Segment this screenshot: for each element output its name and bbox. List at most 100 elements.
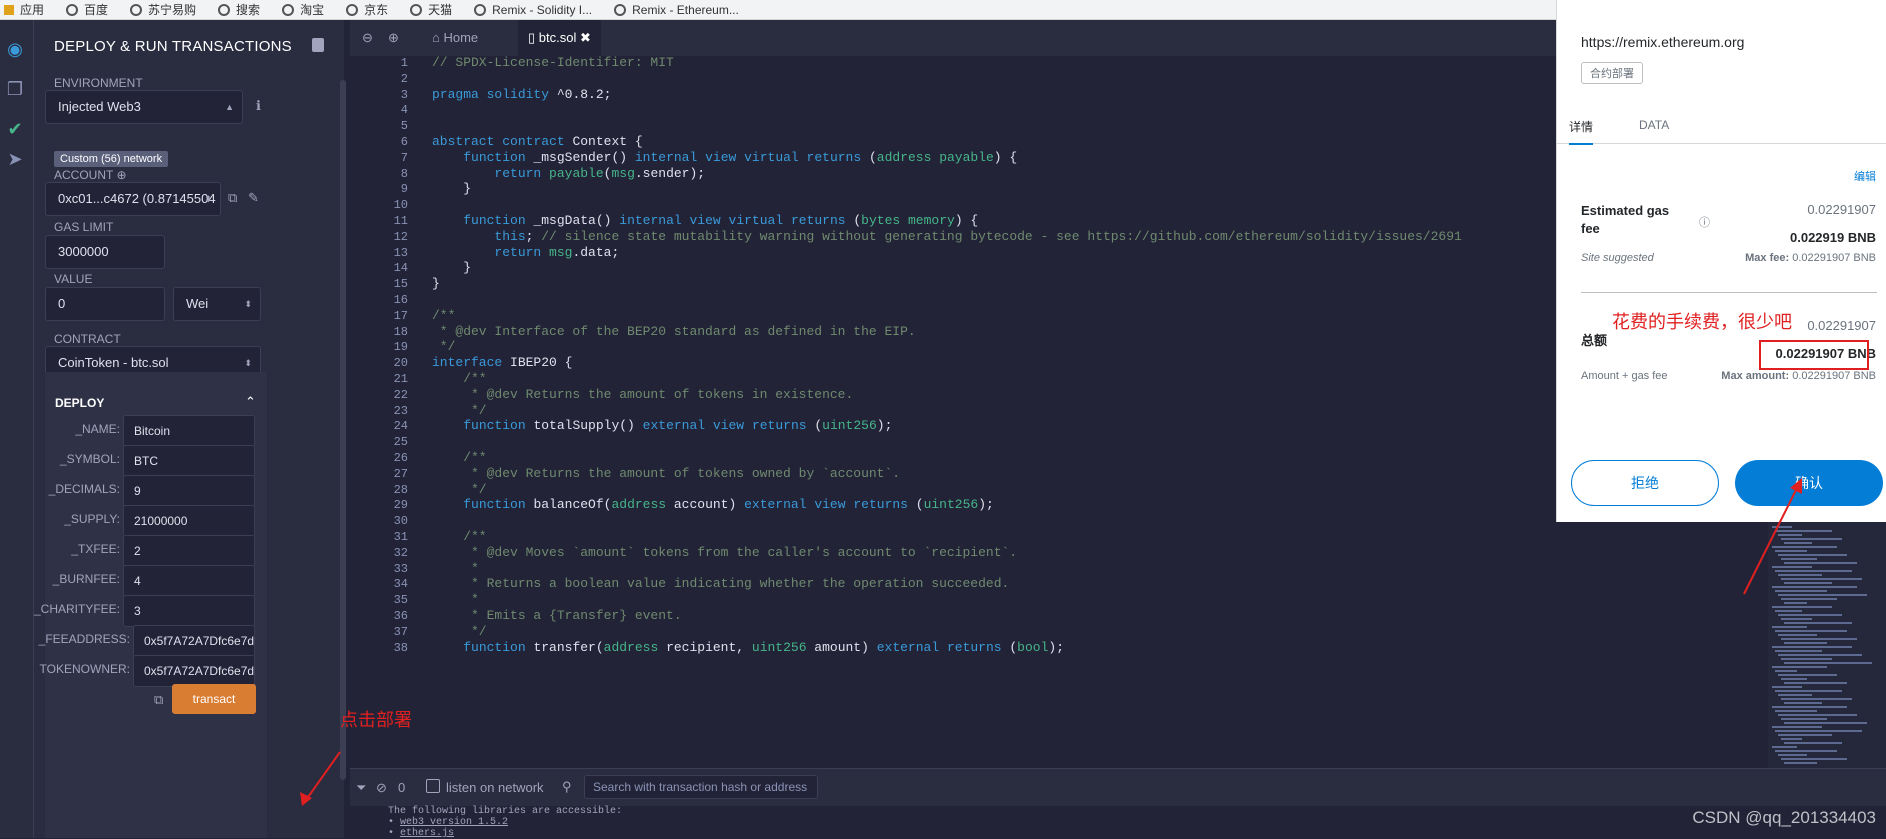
code-line[interactable]: * @dev Moves `amount` tokens from the ca… bbox=[432, 545, 1017, 560]
ethers-link[interactable]: ethers.js bbox=[400, 828, 454, 839]
chevron-up-icon[interactable]: ⌃ bbox=[245, 394, 256, 410]
code-line[interactable]: */ bbox=[432, 403, 487, 418]
environment-select[interactable]: Injected Web3 ▲ bbox=[45, 90, 243, 124]
tab-home[interactable]: ⌂ Home bbox=[422, 20, 488, 56]
globe-icon bbox=[130, 3, 143, 16]
code-line[interactable]: /** bbox=[432, 371, 486, 386]
unit-select[interactable]: Wei ⬍ bbox=[173, 287, 261, 321]
documentation-icon[interactable] bbox=[312, 38, 324, 52]
param-input-symbol[interactable]: BTC bbox=[123, 445, 255, 477]
web3-link[interactable]: web3 version 1.5.2 bbox=[400, 817, 508, 828]
code-line[interactable]: /** bbox=[432, 308, 455, 323]
tab-data[interactable]: DATA bbox=[1639, 118, 1669, 132]
param-input-txfee[interactable]: 2 bbox=[123, 535, 255, 567]
param-input-supply[interactable]: 21000000 bbox=[123, 505, 255, 537]
param-label-tokenowner: TOKENOWNER: bbox=[39, 662, 130, 676]
param-input-decimals[interactable]: 9 bbox=[123, 475, 255, 507]
minimap[interactable] bbox=[1768, 520, 1886, 768]
bookmark-tmall[interactable]: 天猫 bbox=[410, 1, 452, 18]
code-line[interactable]: // SPDX-License-Identifier: MIT bbox=[432, 56, 674, 70]
code-line[interactable]: return payable(msg.sender); bbox=[432, 166, 705, 181]
code-line[interactable]: * Returns a boolean value indicating whe… bbox=[432, 576, 1009, 591]
reject-button[interactable]: 拒绝 bbox=[1571, 460, 1719, 506]
minimap-line bbox=[1778, 614, 1842, 616]
bookmark-jd[interactable]: 京东 bbox=[346, 1, 388, 18]
line-number: 18 bbox=[393, 324, 408, 339]
zoom-out-icon[interactable]: ⊖ bbox=[362, 20, 382, 56]
deploy-title: DEPLOY bbox=[55, 396, 105, 410]
code-line[interactable]: * bbox=[432, 561, 479, 576]
minimap-line bbox=[1775, 550, 1807, 552]
param-input-name[interactable]: Bitcoin bbox=[123, 415, 255, 447]
param-input-charityfee[interactable]: 3 bbox=[123, 595, 255, 627]
code-line[interactable]: this; // silence state mutability warnin… bbox=[432, 229, 1461, 244]
tab-home-label: Home bbox=[443, 30, 479, 45]
bookmark-remix-ethereum[interactable]: Remix - Ethereum... bbox=[614, 3, 739, 17]
code-line[interactable]: abstract contract Context { bbox=[432, 134, 643, 149]
plus-icon[interactable]: ⊕ bbox=[116, 168, 126, 182]
code-line[interactable]: * @dev Returns the amount of tokens in e… bbox=[432, 387, 853, 402]
code-line[interactable]: pragma solidity ^0.8.2; bbox=[432, 87, 611, 102]
code-line[interactable]: interface IBEP20 { bbox=[432, 355, 572, 370]
bookmark-suning[interactable]: 苏宁易购 bbox=[130, 1, 196, 18]
gas-limit-input[interactable]: 3000000 bbox=[45, 235, 165, 269]
code-line[interactable]: */ bbox=[432, 339, 456, 354]
code-line[interactable]: /** bbox=[432, 529, 486, 544]
remix-logo-icon[interactable]: ◉ bbox=[4, 38, 26, 60]
account-select[interactable]: 0xc01...c4672 (0.87145504 ⬍ bbox=[45, 182, 221, 216]
file-explorer-icon[interactable]: ❐ bbox=[4, 78, 26, 100]
close-icon[interactable]: ✖ bbox=[580, 30, 591, 45]
compiler-check-icon[interactable]: ✔ bbox=[4, 118, 26, 140]
deploy-run-icon[interactable]: ➤ bbox=[4, 148, 26, 170]
value-input[interactable]: 0 bbox=[45, 287, 165, 321]
bookmark-remix-solidity[interactable]: Remix - Solidity I... bbox=[474, 3, 592, 17]
param-input-burnfee[interactable]: 4 bbox=[123, 565, 255, 597]
zoom-in-icon[interactable]: ⊕ bbox=[388, 20, 408, 56]
param-input-feeaddress[interactable]: 0x5f7A72A7Dfc6e7d5 bbox=[133, 625, 255, 657]
code-line[interactable]: * bbox=[432, 592, 479, 607]
line-number: 14 bbox=[393, 261, 408, 276]
code-line[interactable]: return msg.data; bbox=[432, 245, 619, 260]
code-line[interactable]: function balanceOf(address account) exte… bbox=[432, 497, 994, 512]
param-input-tokenowner[interactable]: 0x5f7A72A7Dfc6e7d5 bbox=[133, 655, 255, 687]
info-icon[interactable]: ℹ bbox=[256, 98, 261, 114]
tab-btc-sol[interactable]: ▯ btc.sol ✖ bbox=[518, 20, 601, 56]
minimap-line bbox=[1775, 530, 1832, 532]
max-amount-value: 0.02291907 BNB bbox=[1792, 370, 1876, 382]
bookmark-baidu[interactable]: 百度 bbox=[66, 1, 108, 18]
tab-details[interactable]: 详情 bbox=[1569, 118, 1594, 145]
code-line[interactable]: */ bbox=[432, 624, 487, 639]
code-line[interactable]: function totalSupply() external view ret… bbox=[432, 418, 892, 433]
transaction-search-input[interactable]: Search with transaction hash or address bbox=[584, 775, 818, 799]
code-line[interactable]: function transfer(address recipient, uin… bbox=[432, 640, 1064, 655]
bookmark-search[interactable]: 搜索 bbox=[218, 1, 260, 18]
code-line[interactable]: * Emits a {Transfer} event. bbox=[432, 608, 682, 623]
code-line[interactable]: */ bbox=[432, 482, 487, 497]
copy-icon[interactable]: ⧉ bbox=[228, 190, 237, 206]
edit-icon[interactable]: ✎ bbox=[248, 190, 259, 206]
clear-icon[interactable]: ⊘ bbox=[376, 780, 387, 796]
bookmark-taobao[interactable]: 淘宝 bbox=[282, 1, 324, 18]
code-line[interactable]: } bbox=[432, 276, 440, 291]
panel-scrollbar[interactable] bbox=[340, 80, 346, 780]
code-line[interactable]: * @dev Returns the amount of tokens owne… bbox=[432, 466, 900, 481]
code-line[interactable]: function _msgSender() internal view virt… bbox=[432, 150, 1017, 165]
transact-button[interactable]: transact bbox=[172, 684, 256, 714]
bookmark-apps[interactable]: 应用 bbox=[4, 1, 44, 18]
edit-link[interactable]: 编辑 bbox=[1854, 168, 1876, 184]
line-number: 10 bbox=[393, 198, 408, 213]
code-line[interactable]: /** bbox=[432, 450, 486, 465]
copy-calldata-icon[interactable]: ⧉ bbox=[154, 692, 163, 708]
confirm-button[interactable]: 确认 bbox=[1735, 460, 1883, 506]
code-line[interactable]: } bbox=[432, 181, 471, 196]
line-number: 27 bbox=[393, 466, 408, 481]
listen-checkbox[interactable] bbox=[426, 779, 440, 793]
code-line[interactable]: function _msgData() internal view virtua… bbox=[432, 213, 978, 228]
code-line[interactable]: * @dev Interface of the BEP20 standard a… bbox=[432, 324, 916, 339]
collapse-icon[interactable]: ⏷ bbox=[356, 780, 366, 796]
info-icon[interactable]: ⓘ bbox=[1699, 214, 1710, 230]
minimap-line bbox=[1772, 626, 1807, 628]
code-line[interactable]: } bbox=[432, 260, 471, 275]
minimap-line bbox=[1775, 690, 1842, 692]
line-number: 3 bbox=[400, 87, 408, 102]
